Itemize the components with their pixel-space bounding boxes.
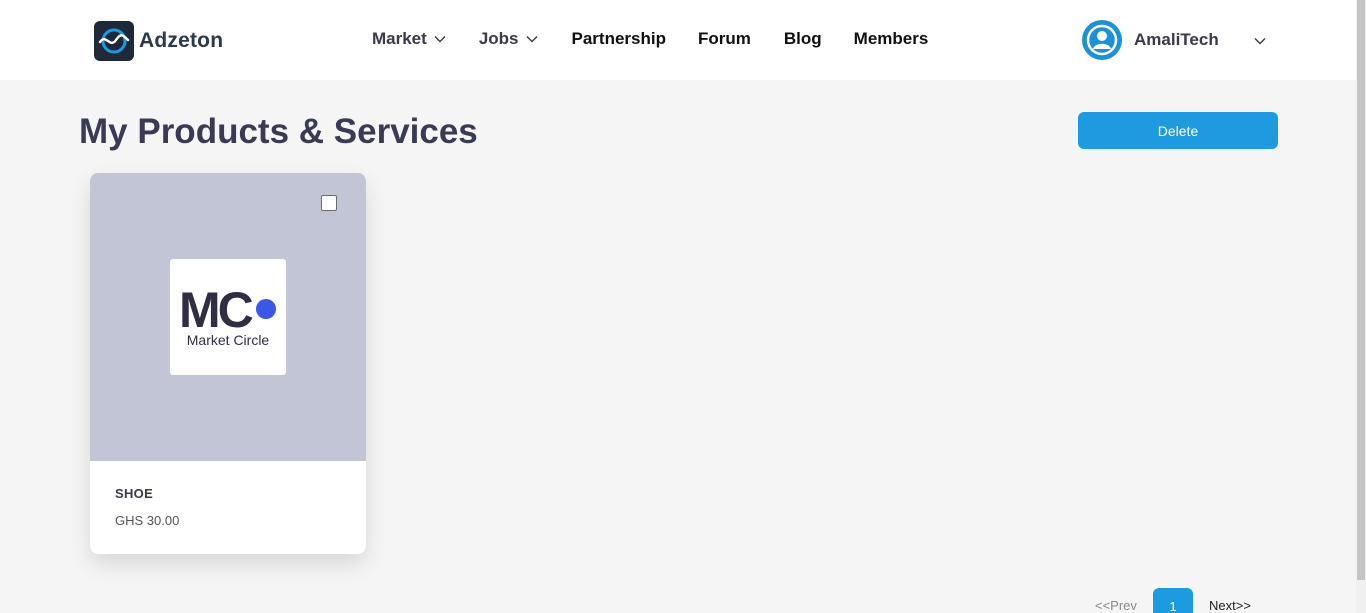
delete-button[interactable]: Delete xyxy=(1078,112,1278,149)
adzeton-logo-icon xyxy=(94,21,134,61)
market-circle-logo: MC Market Circle xyxy=(170,259,286,375)
nav-members[interactable]: Members xyxy=(854,29,929,49)
nav-market-label: Market xyxy=(372,29,427,48)
chevron-down-icon xyxy=(526,36,537,43)
chevron-down-icon xyxy=(434,36,446,43)
nav-jobs[interactable]: Jobs xyxy=(479,29,538,49)
page-scrollbar[interactable] xyxy=(1356,0,1366,613)
nav-blog[interactable]: Blog xyxy=(784,29,822,49)
chevron-down-icon xyxy=(1254,38,1266,45)
pagination-current-page[interactable]: 1 xyxy=(1153,588,1193,613)
logo-dot-icon xyxy=(256,299,276,319)
nav-partnership-label: Partnership xyxy=(571,29,666,48)
top-navbar: Adzeton Market Jobs Partnership Forum Bl… xyxy=(0,0,1356,80)
nav-forum[interactable]: Forum xyxy=(698,29,751,49)
nav-partnership[interactable]: Partnership xyxy=(572,29,666,49)
nav-blog-label: Blog xyxy=(783,29,822,48)
pagination-prev[interactable]: <<Prev xyxy=(1095,598,1137,613)
brand-name: Adzeton xyxy=(139,29,224,52)
nav-forum-label: Forum xyxy=(697,29,751,48)
product-card[interactable]: MC Market Circle SHOE GHS 30.00 xyxy=(90,173,366,554)
account-menu[interactable]: AmaliTech xyxy=(1082,20,1266,60)
product-select-checkbox[interactable] xyxy=(321,195,337,211)
product-title[interactable]: SHOE xyxy=(115,486,153,501)
nav-market[interactable]: Market xyxy=(372,29,446,49)
pagination-next[interactable]: Next>> xyxy=(1209,598,1251,613)
main-nav: Market Jobs Partnership Forum Blog Membe… xyxy=(372,29,928,49)
product-price: GHS 30.00 xyxy=(115,513,180,528)
brand-link[interactable]: Adzeton xyxy=(94,21,223,61)
scrollbar-thumb[interactable] xyxy=(1357,0,1365,580)
logo-letters: MC xyxy=(179,282,254,338)
logo-text: Market Circle xyxy=(186,332,270,348)
user-avatar-icon xyxy=(1082,20,1122,60)
product-image: MC Market Circle xyxy=(90,173,366,461)
nav-jobs-label: Jobs xyxy=(478,29,519,48)
nav-members-label: Members xyxy=(853,29,929,48)
page-title: My Products & Services xyxy=(79,112,478,151)
account-name: AmaliTech xyxy=(1134,30,1219,49)
